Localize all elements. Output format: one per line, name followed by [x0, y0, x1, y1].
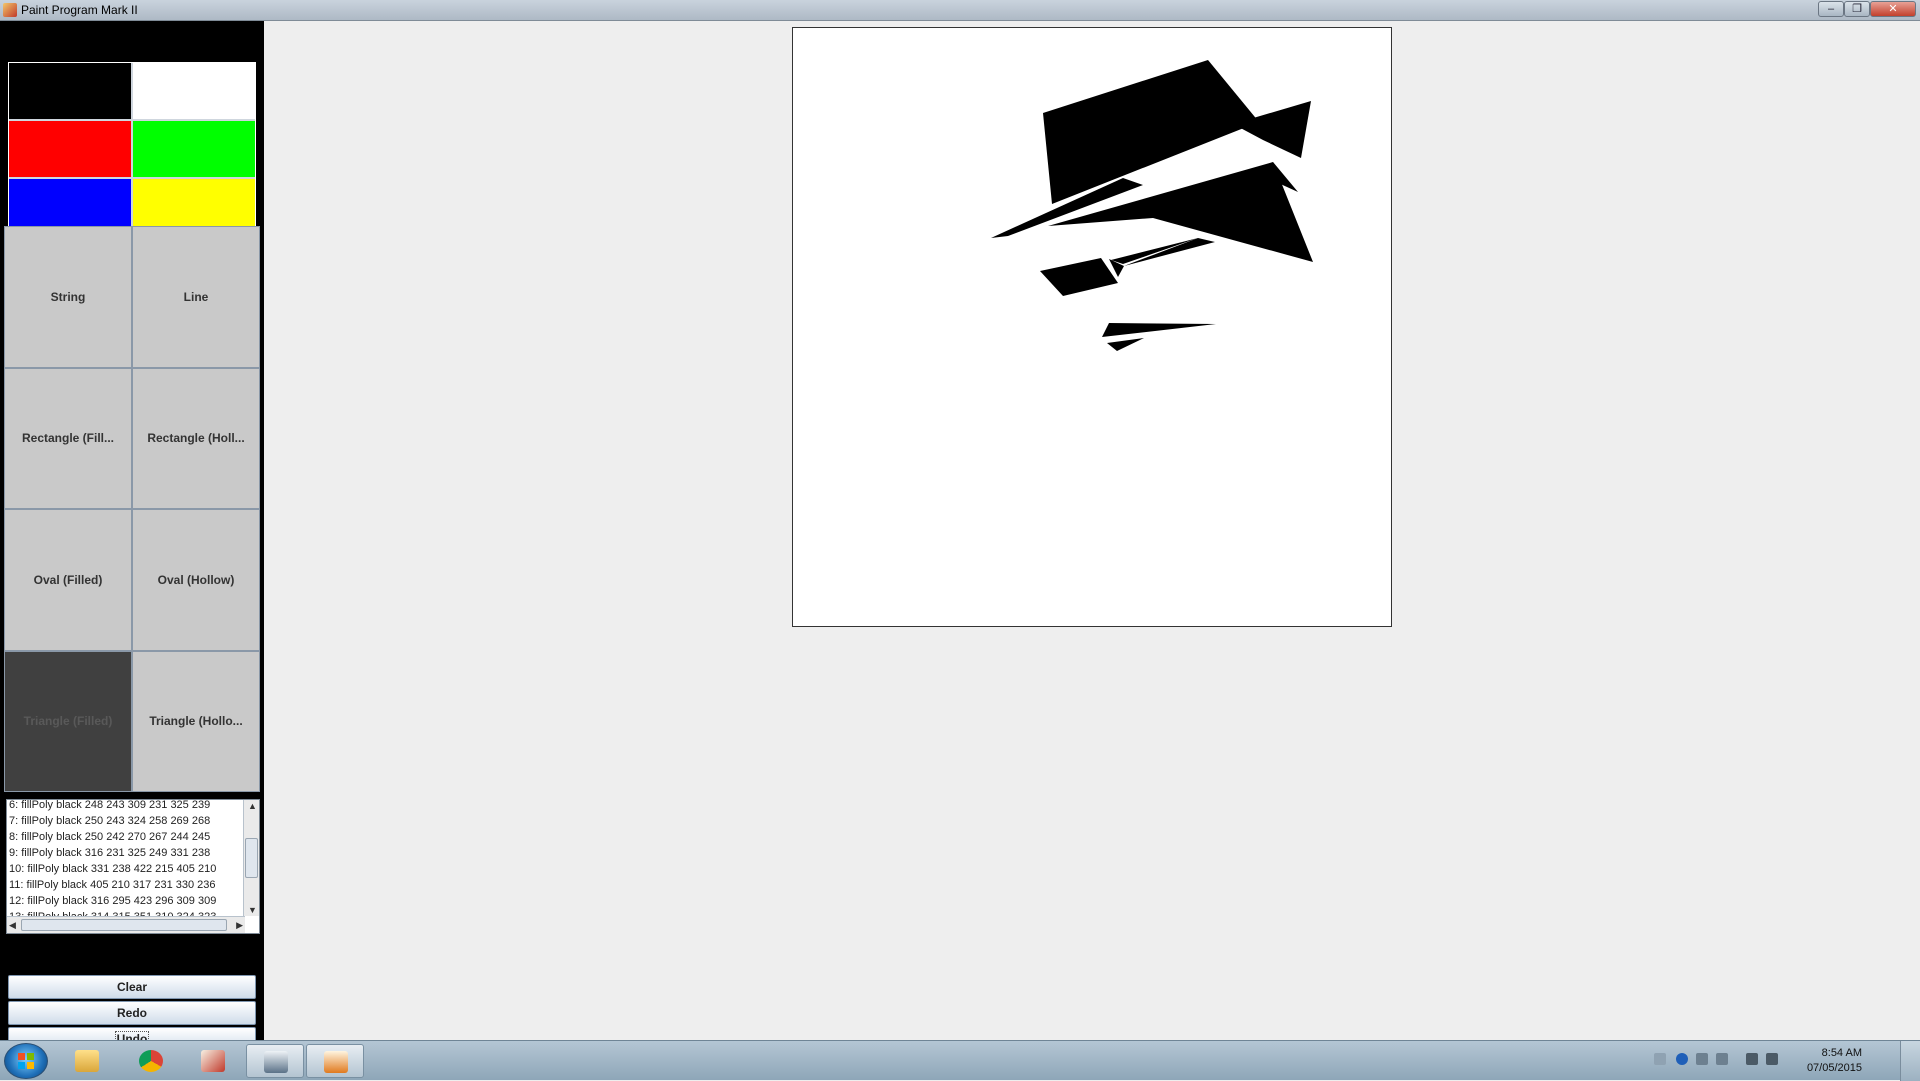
oval-filled-tool-button[interactable]: Oval (Filled) — [4, 509, 132, 651]
minimize-button[interactable]: – — [1818, 1, 1844, 17]
vertical-scrollbar[interactable]: ▲ ▼ — [243, 800, 259, 916]
clear-button-label: Clear — [116, 980, 148, 994]
folder-icon — [75, 1050, 99, 1072]
color-swatch-green[interactable] — [133, 121, 255, 177]
keyboard-icon[interactable] — [1654, 1053, 1666, 1065]
help-icon[interactable] — [1676, 1053, 1688, 1065]
scroll-left-icon[interactable]: ◀ — [9, 920, 16, 931]
start-button[interactable] — [4, 1043, 48, 1079]
history-line: 10: fillPoly black 331 238 422 215 405 2… — [9, 863, 217, 875]
oval-hollow-tool-button[interactable]: Oval (Hollow) — [132, 509, 260, 651]
redo-button-label: Redo — [117, 1006, 147, 1020]
drawn-shape — [1111, 238, 1198, 264]
color-swatch-white[interactable] — [133, 63, 255, 119]
taskbar: 8:54 AM 07/05/2015 — [0, 1040, 1920, 1081]
triangle-filled-tool-button[interactable]: Triangle (Filled) — [4, 650, 132, 792]
window-title: Paint Program Mark II — [21, 3, 138, 17]
vertical-scroll-thumb[interactable] — [245, 838, 258, 878]
history-line: 8: fillPoly black 250 242 270 267 244 24… — [9, 831, 211, 843]
rectangle-filled-tool-button[interactable]: Rectangle (Fill... — [4, 367, 132, 509]
volume-icon[interactable] — [1746, 1053, 1758, 1065]
clock-date: 07/05/2015 — [1806, 1062, 1862, 1074]
tool-panel: String Line Rectangle (Fill... Rectangle… — [0, 21, 264, 1051]
canvas-drawing — [991, 60, 1313, 351]
taskbar-editor[interactable] — [184, 1044, 242, 1078]
history-line: 9: fillPoly black 316 231 325 249 331 23… — [9, 847, 211, 859]
triangle-hollow-tool-button[interactable]: Triangle (Hollo... — [132, 650, 260, 792]
clock-time: 8:54 AM — [1821, 1047, 1862, 1059]
color-palette — [8, 62, 256, 236]
horizontal-scroll-thumb[interactable] — [21, 919, 227, 931]
pencil-icon — [201, 1050, 225, 1072]
clear-button[interactable]: Clear — [8, 975, 256, 999]
maximize-button[interactable]: ❐ — [1844, 1, 1870, 17]
shape-tools: String Line Rectangle (Fill... Rectangle… — [4, 226, 260, 792]
string-tool-button[interactable]: String — [4, 226, 132, 368]
scroll-down-icon[interactable]: ▼ — [248, 905, 257, 915]
color-swatch-black[interactable] — [9, 63, 131, 119]
clock[interactable]: 8:54 AM 07/05/2015 — [1807, 1047, 1862, 1075]
history-line: 7: fillPoly black 250 243 324 258 269 26… — [9, 815, 211, 827]
system-tray — [1654, 1051, 1794, 1071]
scroll-up-icon[interactable]: ▲ — [248, 801, 257, 811]
horizontal-scrollbar[interactable]: ◀ ▶ — [7, 916, 245, 933]
app-icon — [3, 3, 17, 17]
history-line: 6: fillPoly black 248 243 309 231 325 23… — [9, 799, 211, 811]
redo-button[interactable]: Redo — [8, 1001, 256, 1025]
line-tool-button[interactable]: Line — [132, 226, 260, 368]
title-bar: Paint Program Mark II – ❐ ✕ — [0, 0, 1920, 21]
chrome-icon — [139, 1050, 163, 1072]
taskbar-explorer[interactable] — [58, 1044, 116, 1078]
drawn-shape — [1107, 338, 1144, 351]
scroll-right-icon[interactable]: ▶ — [236, 920, 243, 931]
taskbar-java[interactable] — [306, 1044, 364, 1078]
taskbar-chrome[interactable] — [122, 1044, 180, 1078]
show-desktop-button[interactable] — [1900, 1041, 1920, 1081]
close-button[interactable]: ✕ — [1870, 1, 1916, 17]
color-swatch-red[interactable] — [9, 121, 131, 177]
drawn-shape — [1040, 258, 1118, 296]
history-lines: 6: fillPoly black 248 243 309 231 325 23… — [9, 799, 243, 925]
java-icon — [324, 1051, 348, 1073]
history-log[interactable]: 6: fillPoly black 248 243 309 231 325 23… — [6, 799, 260, 934]
windows-logo-icon — [18, 1053, 34, 1069]
rectangle-hollow-tool-button[interactable]: Rectangle (Holl... — [132, 367, 260, 509]
history-line: 12: fillPoly black 316 295 423 296 309 3… — [9, 895, 217, 907]
taskbar-app[interactable] — [246, 1044, 304, 1078]
dropbox-icon[interactable] — [1696, 1053, 1708, 1065]
drawn-shape — [1102, 323, 1216, 337]
network-icon[interactable] — [1766, 1053, 1778, 1065]
chevron-up-icon[interactable] — [1716, 1053, 1728, 1065]
bird-icon — [264, 1051, 288, 1073]
history-line: 11: fillPoly black 405 210 317 231 330 2… — [9, 879, 216, 891]
drawing-canvas[interactable] — [792, 27, 1392, 627]
drawn-shape — [1124, 238, 1215, 266]
